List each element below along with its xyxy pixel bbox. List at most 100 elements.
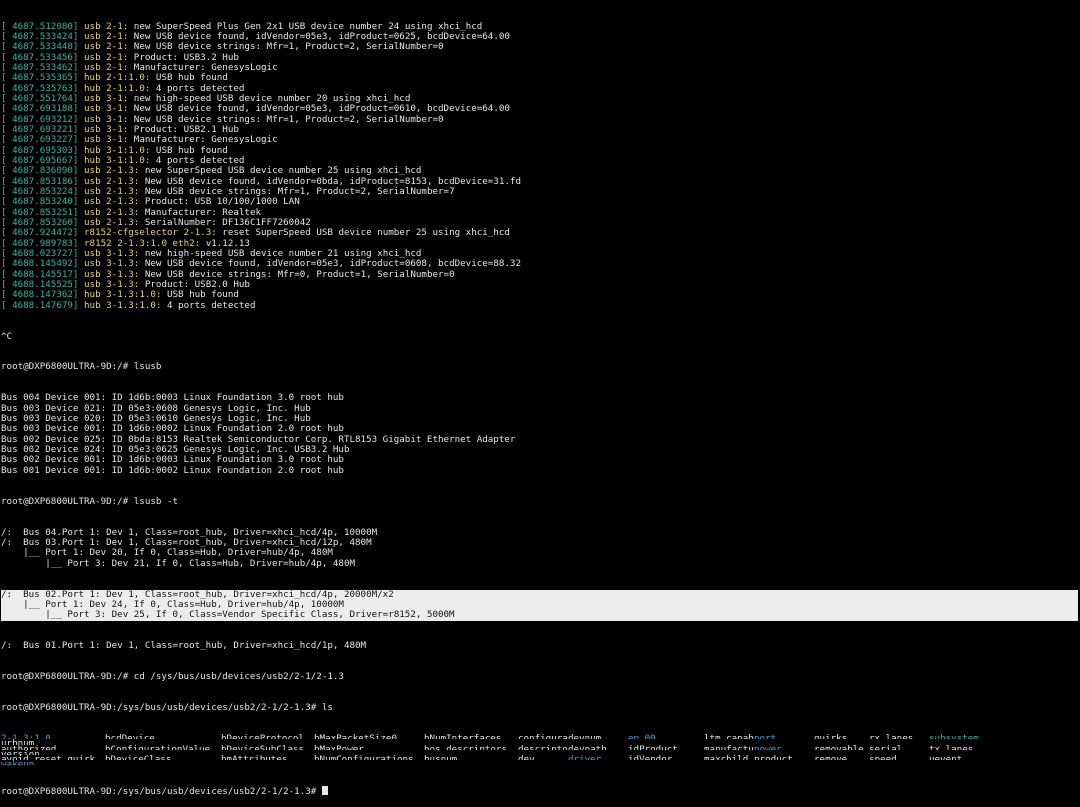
log-device: usb 2-1: [84, 21, 129, 32]
log-line: [ 4687.533424] usb 2-1: New USB device f… [1, 32, 1078, 42]
log-line: [ 4687.693221] usb 3-1: Product: USB2.1 … [1, 125, 1078, 135]
log-timestamp: [ 4687.853240] [1, 197, 79, 208]
log-device: hub 3-1.3:1.0: [84, 290, 162, 301]
log-message: reset SuperSpeed USB device number 25 us… [216, 228, 510, 239]
lsusb-line: Bus 001 Device 001: ID 1d6b:0002 Linux F… [1, 465, 344, 476]
log-line: [ 4687.853186] usb 2-1.3: New USB device… [1, 177, 1078, 187]
ls-entry: tx_lanes [929, 745, 988, 750]
ls-entry: bNumConfigurations [314, 755, 424, 760]
log-timestamp: [ 4688.145525] [1, 279, 79, 290]
log-message: New USB device found, idVendor=05e3, idP… [139, 259, 521, 270]
log-message: Product: USB3.2 Hub [128, 52, 239, 63]
log-line: [ 4687.853240] usb 2-1.3: Product: USB 1… [1, 197, 1078, 207]
log-message: new SuperSpeed Plus Gen 2x1 USB device n… [128, 21, 483, 32]
log-timestamp: [ 4687.853224] [1, 186, 79, 197]
ls-entry: uevent [929, 755, 988, 760]
log-timestamp: [ 4687.853260] [1, 217, 79, 228]
cd-command: root@DXP6800ULTRA-9D:/# cd /sys/bus/usb/… [1, 672, 344, 683]
log-device: usb 3-1.3: [84, 259, 140, 270]
log-message: USB hub found [150, 73, 228, 84]
log-line: [ 4687.695303] hub 3-1:1.0: USB hub foun… [1, 146, 1078, 156]
log-timestamp: [ 4687.535763] [1, 83, 79, 94]
log-line: [ 4687.693188] usb 3-1: New USB device f… [1, 104, 1078, 114]
log-timestamp: [ 4687.695303] [1, 145, 79, 156]
ls-entry: bDeviceClass [105, 755, 221, 760]
command-prompt[interactable]: root@DXP6800ULTRA-9D:/sys/bus/usb/device… [1, 785, 1078, 796]
log-timestamp: [ 4688.147679] [1, 300, 79, 311]
ls-entry: speed [869, 755, 929, 760]
log-device: usb 3-1: [84, 93, 129, 104]
ls-entry: rx_lanes [869, 734, 929, 739]
ls-entry: bMaxPacketSize0 [314, 734, 424, 739]
ls-entry: busnum [424, 755, 518, 760]
ls-row: avoid_reset_quirkbDeviceClassbmAttribute… [1, 755, 1078, 765]
log-message: New USB device found, idVendor=05e3, idP… [128, 104, 510, 115]
log-message: New USB device strings: Mfr=0, Product=1… [139, 269, 455, 280]
log-device: hub 3-1:1.0: [84, 155, 151, 166]
lsusb-command: root@DXP6800ULTRA-9D:/# lsusb [1, 362, 162, 373]
ls-row: authorizedbConfigurationValuebDeviceSubC… [1, 745, 1078, 755]
log-device: usb 2-1.3: [84, 217, 140, 228]
ls-entry: remove [814, 755, 869, 760]
log-message: new high-speed USB device number 21 usin… [139, 248, 422, 259]
ls-entry: wakeup [1, 760, 105, 765]
ls-entry: serial [869, 745, 929, 750]
log-line: [ 4688.023727] usb 3-1.3: new high-speed… [1, 249, 1078, 259]
log-device: usb 2-1: [84, 31, 129, 42]
log-message: USB hub found [150, 145, 228, 156]
selected-tree-line: |__ Port 3: Dev 25, If 0, Class=Vendor S… [1, 610, 455, 621]
ls-entry: bcdDevice [105, 734, 221, 739]
ls-command: root@DXP6800ULTRA-9D:/sys/bus/usb/device… [1, 703, 333, 714]
log-message: 4 ports detected [150, 155, 245, 166]
ls-entry: bMaxPower [314, 745, 424, 750]
lsusb-line: Bus 002 Device 025: ID 0bda:8153 Realtek… [1, 434, 516, 445]
lsusb-line: Bus 003 Device 021: ID 05e3:0608 Genesys… [1, 403, 311, 414]
log-timestamp: [ 4687.693227] [1, 135, 79, 146]
log-line: [ 4687.836090] usb 2-1.3: new SuperSpeed… [1, 166, 1078, 176]
log-device: usb 3-1: [84, 114, 129, 125]
lsusb-output: Bus 004 Device 001: ID 1d6b:0003 Linux F… [1, 393, 1078, 476]
log-device: usb 3-1: [84, 124, 129, 135]
log-line: [ 4687.989783] r8152 2-1.3:1.0 eth2: v1.… [1, 239, 1078, 249]
ls-entry: devpath [568, 745, 628, 750]
log-timestamp: [ 4687.989783] [1, 238, 79, 249]
ctrl-c-line: ^C [1, 331, 13, 342]
log-timestamp: [ 4687.533462] [1, 62, 79, 73]
lsusb-line: Bus 002 Device 001: ID 1d6b:0003 Linux F… [1, 455, 344, 466]
ls-entry: bConfigurationValue [105, 745, 221, 750]
log-line: [ 4688.145525] usb 3-1.3: Product: USB2.… [1, 280, 1078, 290]
log-message: v1.12.13 [200, 238, 250, 249]
log-device: usb 2-1.3: [84, 197, 140, 208]
log-timestamp: [ 4687.853186] [1, 176, 79, 187]
log-message: USB hub found [161, 290, 239, 301]
log-message: 4 ports detected [150, 83, 245, 94]
log-device: usb 3-1: [84, 135, 129, 146]
terminal-output[interactable]: [ 4687.512080] usb 2-1: new SuperSpeed P… [0, 0, 1080, 807]
log-device: r8152 2-1.3:1.0 eth2: [84, 238, 201, 249]
log-device: usb 2-1.3: [84, 186, 140, 197]
dmesg-log: [ 4687.512080] usb 2-1: new SuperSpeed P… [1, 22, 1078, 311]
selected-text-block[interactable]: /: Bus 02.Port 1: Dev 1, Class=root_hub,… [1, 589, 1078, 621]
log-line: [ 4687.853251] usb 2-1.3: Manufacturer: … [1, 208, 1078, 218]
log-message: new high-speed USB device number 20 usin… [128, 93, 411, 104]
lsusb-tree-command: root@DXP6800ULTRA-9D:/# lsusb -t [1, 496, 179, 507]
log-line: [ 4687.533456] usb 2-1: Product: USB3.2 … [1, 53, 1078, 63]
selected-tree-line: |__ Port 1: Dev 24, If 0, Class=Hub, Dri… [1, 600, 344, 611]
ls-entry: subsystem [929, 734, 988, 739]
log-message: Product: USB2.1 Hub [128, 124, 239, 135]
ls-entry: driver [568, 755, 628, 760]
log-timestamp: [ 4687.695667] [1, 155, 79, 166]
ls-output: 2-1.3:1.0bcdDevicebDeviceProtocolbMaxPac… [1, 734, 1078, 765]
ls-entry: dev [518, 755, 568, 760]
log-message: New USB device found, idVendor=0bda, idP… [139, 176, 521, 187]
lsusb-line: Bus 004 Device 001: ID 1d6b:0003 Linux F… [1, 393, 344, 404]
tree-line: /: Bus 01.Port 1: Dev 1, Class=root_hub,… [1, 641, 367, 652]
lsusb-line: Bus 003 Device 001: ID 1d6b:0002 Linux F… [1, 424, 344, 435]
log-line: [ 4687.551764] usb 3-1: new high-speed U… [1, 94, 1078, 104]
log-device: r8152-cfgselector 2-1.3: [84, 228, 217, 239]
log-message: new SuperSpeed USB device number 25 usin… [139, 166, 422, 177]
log-message: Product: USB 10/100/1000 LAN [139, 197, 300, 208]
log-timestamp: [ 4687.512080] [1, 21, 79, 32]
log-message: Manufacturer: Realtek [139, 207, 262, 218]
ls-row: 2-1.3:1.0bcdDevicebDeviceProtocolbMaxPac… [1, 734, 1078, 744]
